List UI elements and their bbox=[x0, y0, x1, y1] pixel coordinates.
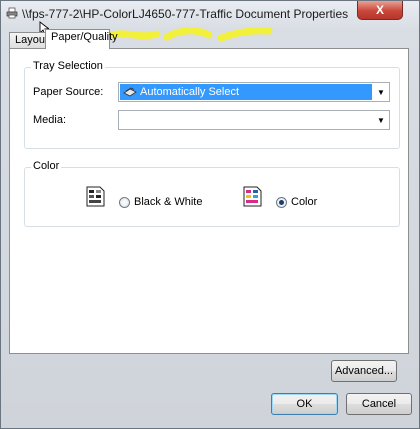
close-button[interactable]: X bbox=[357, 1, 403, 20]
media-label: Media: bbox=[33, 114, 67, 126]
color-heading: Color bbox=[31, 160, 62, 172]
color-option[interactable]: Color bbox=[276, 196, 317, 208]
highlight-marks bbox=[109, 27, 273, 42]
tray-selection-heading: Tray Selection bbox=[31, 60, 105, 72]
color-label: Color bbox=[291, 196, 318, 208]
tray-selection-group: Tray Selection Paper Source: Automatical… bbox=[24, 60, 400, 149]
media-select[interactable]: ▼ bbox=[118, 110, 390, 130]
printer-icon bbox=[6, 7, 18, 19]
document-properties-window: \\fps-777-2\HP-ColorLJ4650-777-Traffic D… bbox=[0, 0, 420, 429]
window-title: \\fps-777-2\HP-ColorLJ4650-777-Traffic D… bbox=[22, 7, 349, 21]
chevron-down-icon[interactable]: ▼ bbox=[373, 83, 389, 101]
paper-tray-icon bbox=[123, 87, 137, 97]
advanced-button[interactable]: Advanced... bbox=[331, 360, 397, 382]
paper-source-value: Automatically Select bbox=[120, 84, 372, 100]
black-white-radio[interactable] bbox=[119, 196, 130, 208]
cancel-button[interactable]: Cancel bbox=[346, 393, 412, 415]
black-white-option[interactable]: Black & White bbox=[119, 196, 202, 208]
media-value bbox=[120, 112, 372, 128]
paper-source-label: Paper Source: bbox=[33, 86, 104, 98]
black-white-label: Black & White bbox=[134, 196, 203, 208]
tab-paper-quality[interactable]: Paper/Quality bbox=[45, 29, 118, 49]
color-group: Color Black & White Color bbox=[24, 160, 400, 227]
color-document-icon bbox=[243, 186, 262, 207]
tab-layout[interactable]: Layout bbox=[9, 32, 48, 48]
chevron-down-icon[interactable]: ▼ bbox=[373, 111, 389, 129]
ok-button[interactable]: OK bbox=[271, 393, 338, 415]
paper-quality-panel: Tray Selection Paper Source: Automatical… bbox=[9, 48, 409, 354]
paper-source-select[interactable]: Automatically Select ▼ bbox=[118, 82, 390, 102]
black-white-document-icon bbox=[86, 186, 105, 207]
color-radio[interactable] bbox=[276, 196, 287, 208]
